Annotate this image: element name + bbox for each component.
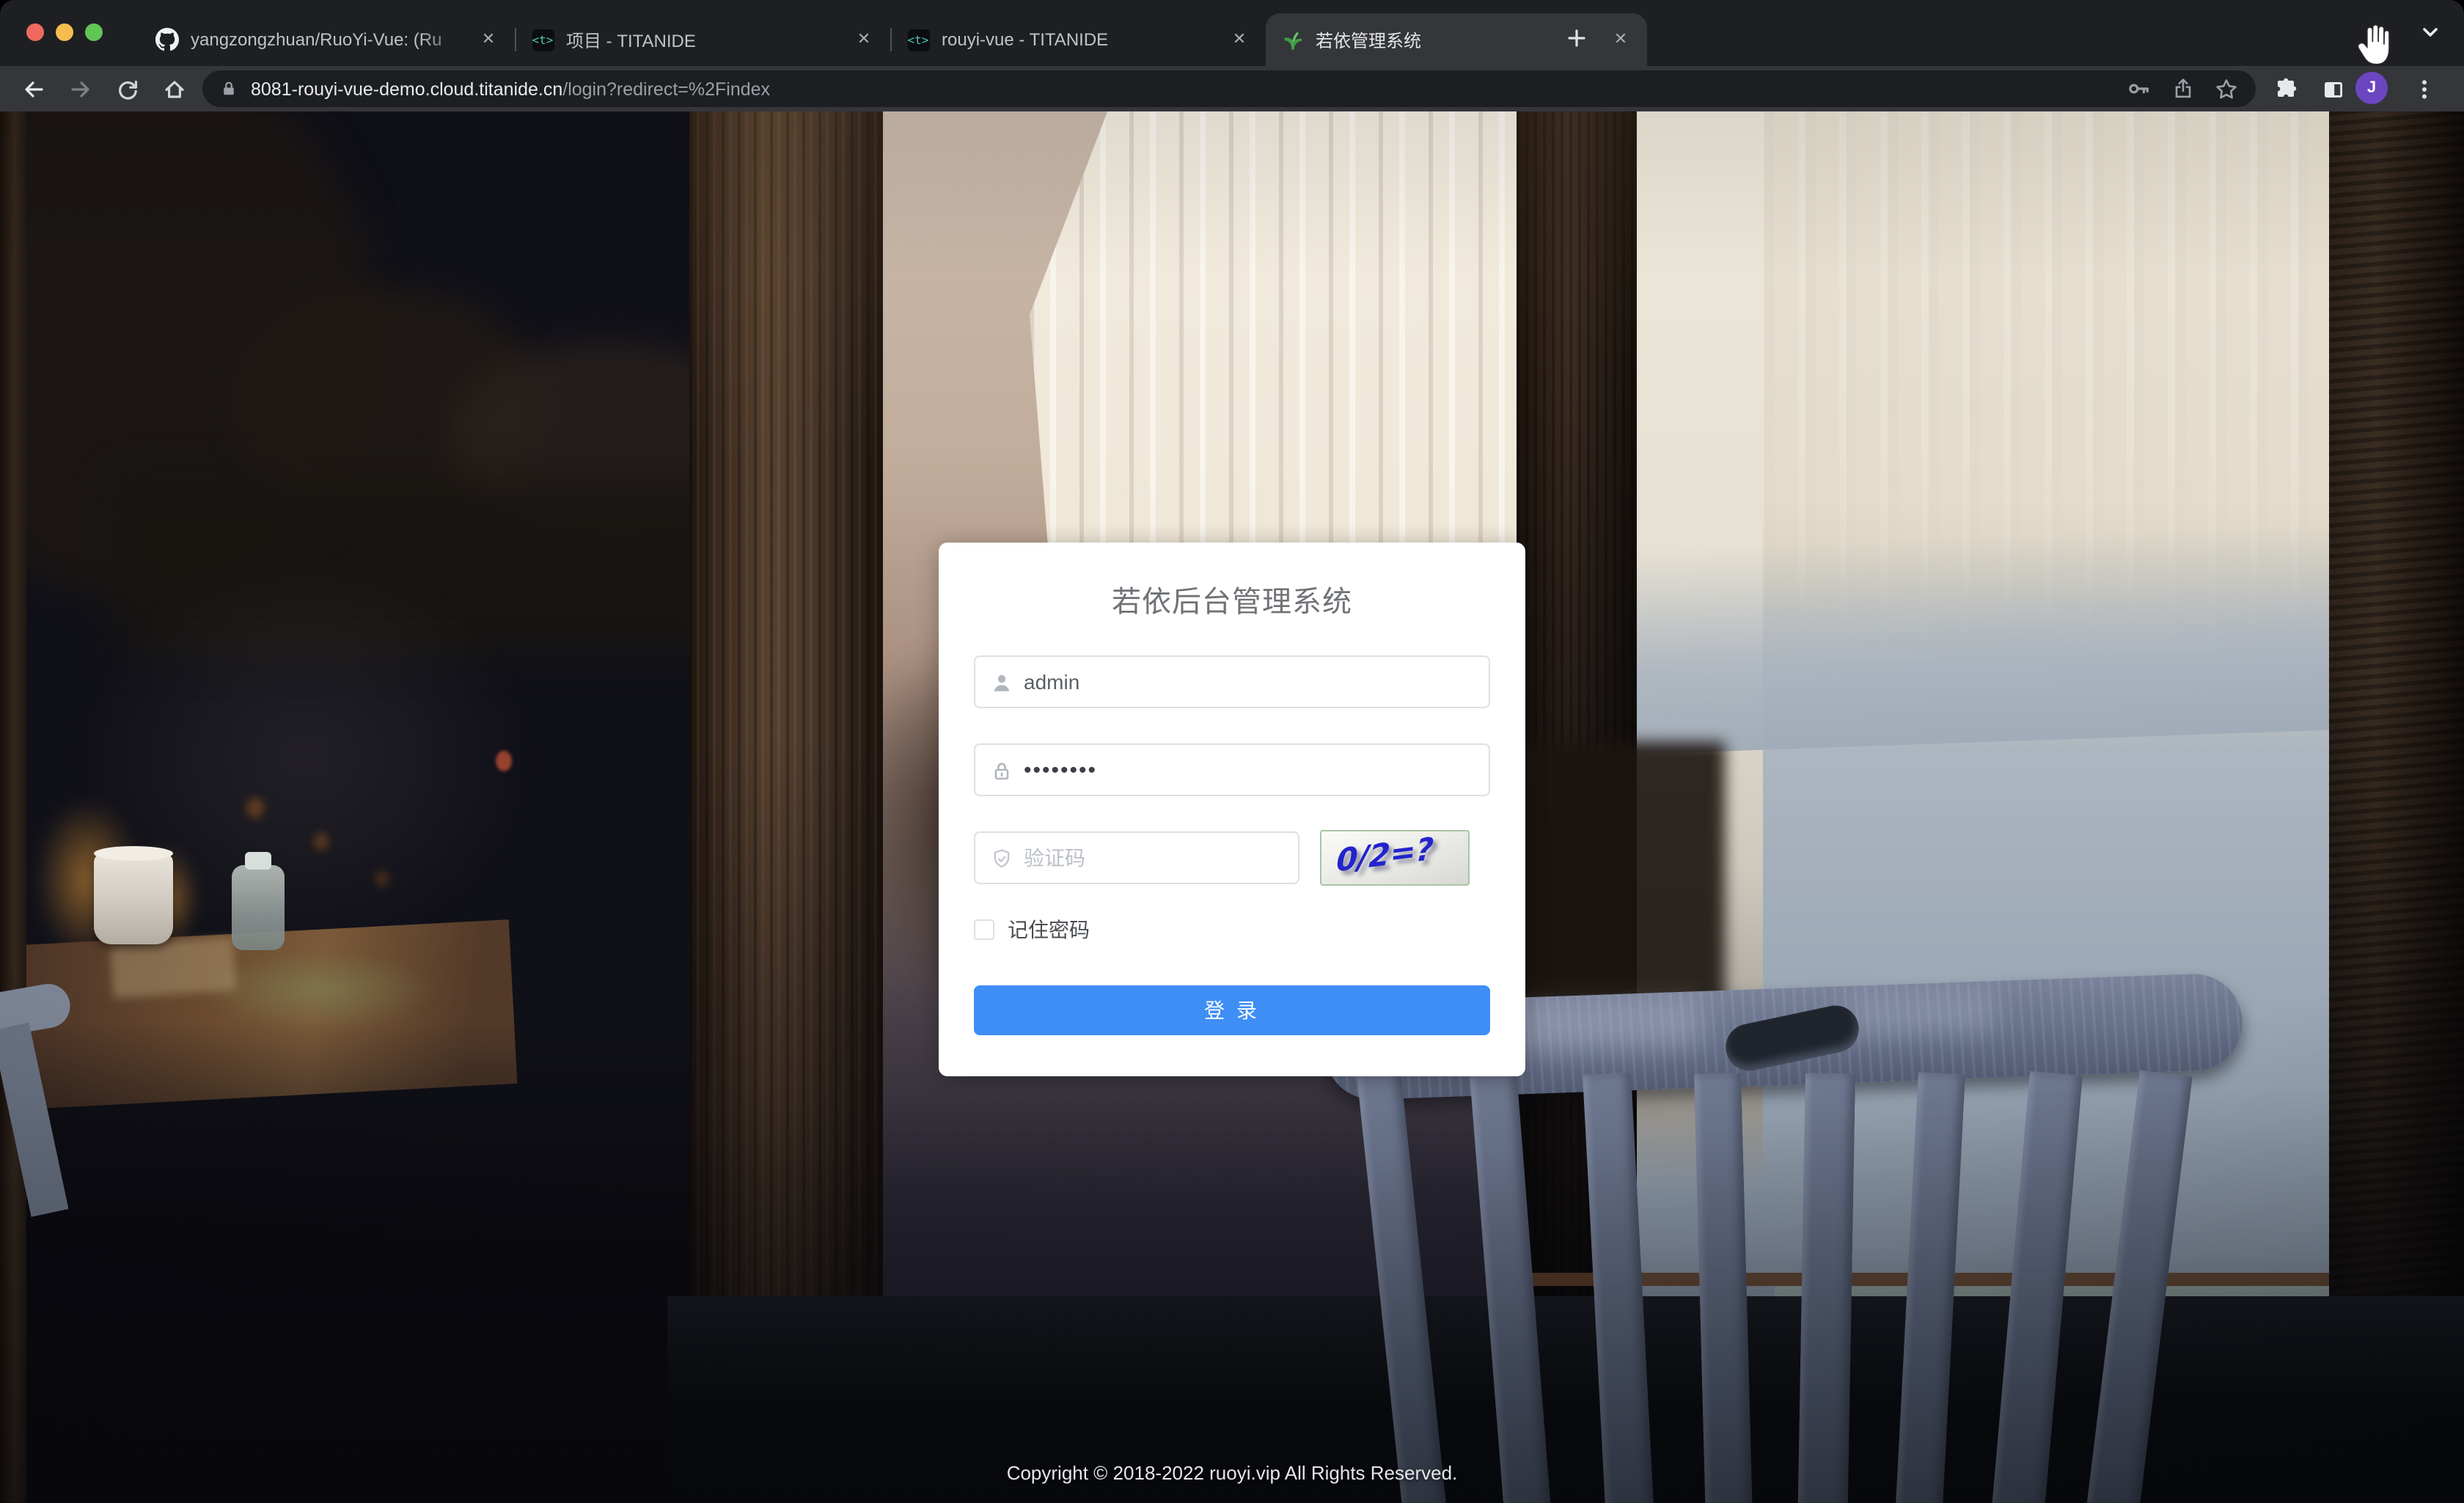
captcha-text: 0/2=? — [1335, 831, 1434, 879]
browser-window: yangzongzhuan/RuoYi-Vue: (Ru ✕ <t> 项目 - … — [0, 0, 2464, 1503]
back-button[interactable] — [15, 70, 51, 107]
tab-title: rouyi-vue - TITANIDE — [942, 29, 1228, 50]
bookmark-button[interactable] — [2215, 77, 2238, 100]
login-button[interactable]: 登 录 — [974, 985, 1490, 1035]
close-icon[interactable]: ✕ — [1609, 28, 1632, 51]
username-field[interactable] — [974, 655, 1490, 708]
cursor-hand-icon — [2353, 22, 2397, 72]
password-input[interactable] — [975, 745, 1489, 795]
browser-menu-button[interactable] — [2405, 70, 2442, 107]
key-icon — [2127, 76, 2152, 101]
extensions-icon — [2274, 77, 2298, 100]
captcha-image[interactable]: 0/2=? — [1320, 830, 1470, 886]
close-icon[interactable]: ✕ — [477, 28, 500, 51]
side-panel-icon — [2321, 77, 2344, 100]
extensions-button[interactable] — [2267, 70, 2304, 107]
tab-bar: yangzongzhuan/RuoYi-Vue: (Ru ✕ <t> 项目 - … — [0, 0, 2464, 66]
reload-button[interactable] — [109, 70, 145, 107]
more-menu-icon — [2412, 77, 2435, 100]
address-bar[interactable]: 8081-rouyi-vue-demo.cloud.titanide.cn/lo… — [202, 70, 2256, 107]
browser-toolbar: 8081-rouyi-vue-demo.cloud.titanide.cn/lo… — [0, 66, 2464, 111]
lock-icon — [220, 79, 238, 98]
profile-avatar[interactable]: J — [2355, 72, 2388, 104]
ruoyi-plant-icon — [1280, 28, 1304, 51]
share-button[interactable] — [2172, 78, 2194, 100]
tab-titanide-rouyi[interactable]: <t> rouyi-vue - TITANIDE ✕ — [892, 13, 1266, 66]
tab-title: 项目 - TITANIDE — [566, 27, 852, 52]
captcha-input[interactable] — [975, 833, 1298, 883]
remember-label: 记住密码 — [1008, 915, 1090, 944]
new-tab-button[interactable] — [1558, 19, 1596, 57]
tab-title: yangzongzhuan/RuoYi-Vue: (Ru — [191, 29, 477, 50]
window-zoom-button[interactable] — [85, 23, 103, 41]
forward-icon — [68, 77, 92, 100]
page-title: 若依后台管理系统 — [939, 578, 1525, 620]
forward-button[interactable] — [62, 70, 98, 107]
chevron-down-icon — [2420, 22, 2441, 43]
tab-github[interactable]: yangzongzhuan/RuoYi-Vue: (Ru ✕ — [141, 13, 515, 66]
star-icon — [2215, 77, 2238, 100]
password-field[interactable] — [974, 743, 1490, 796]
tab-titanide-project[interactable]: <t> 项目 - TITANIDE ✕ — [516, 13, 890, 66]
remember-password-option[interactable]: 记住密码 — [974, 918, 1090, 941]
side-panel-button[interactable] — [2314, 70, 2351, 107]
username-input[interactable] — [975, 657, 1489, 707]
login-page: 若依后台管理系统 — [0, 111, 2464, 1503]
share-icon — [2172, 78, 2194, 100]
home-button[interactable] — [155, 70, 192, 107]
close-icon[interactable]: ✕ — [1228, 28, 1251, 51]
new-tab-icon — [1566, 28, 1587, 48]
captcha-field[interactable] — [974, 831, 1299, 884]
titanide-icon: <t> — [531, 28, 554, 51]
titanide-icon: <t> — [906, 28, 930, 51]
password-manager-button[interactable] — [2127, 76, 2152, 101]
remember-checkbox[interactable] — [974, 919, 994, 940]
tab-search-button[interactable] — [2417, 19, 2443, 45]
login-card: 若依后台管理系统 — [939, 543, 1525, 1076]
screen: yangzongzhuan/RuoYi-Vue: (Ru ✕ <t> 项目 - … — [0, 0, 2464, 1503]
back-icon — [21, 77, 45, 100]
copyright-text: Copyright © 2018-2022 ruoyi.vip All Righ… — [0, 1462, 2464, 1484]
window-minimize-button[interactable] — [56, 23, 73, 41]
close-icon[interactable]: ✕ — [852, 28, 876, 51]
home-icon — [162, 77, 186, 100]
window-close-button[interactable] — [26, 23, 44, 41]
reload-icon — [115, 77, 139, 100]
url-text: 8081-rouyi-vue-demo.cloud.titanide.cn/lo… — [251, 78, 2106, 99]
github-icon — [155, 28, 179, 51]
